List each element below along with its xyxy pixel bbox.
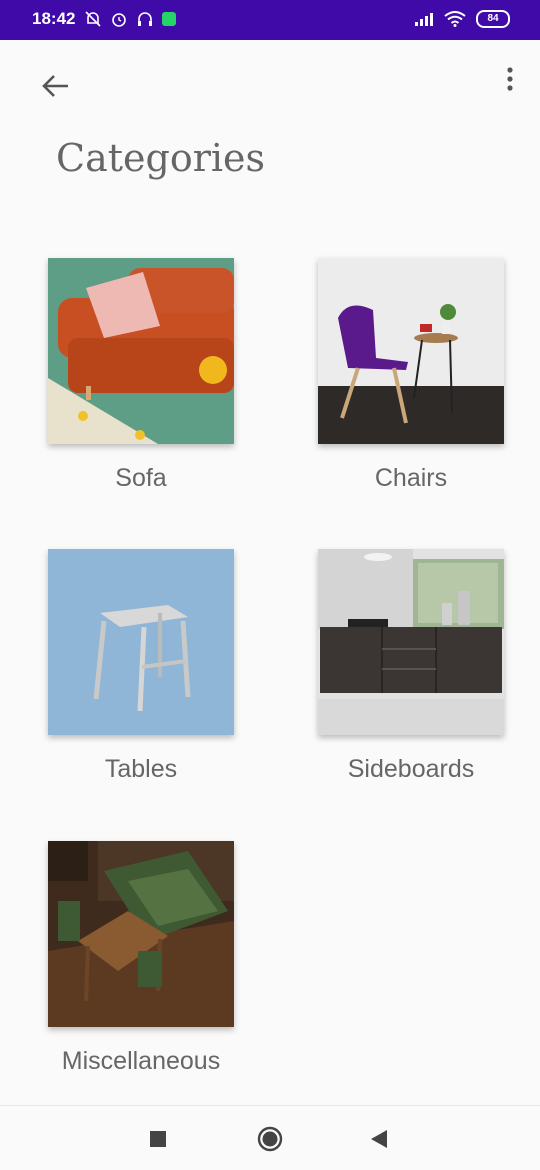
category-card-chairs[interactable]: Chairs [318,258,504,493]
category-card-sideboards[interactable]: Sideboards [318,549,504,784]
status-icons-left [84,10,176,28]
category-label: Miscellaneous [61,1047,221,1075]
recents-icon [150,1131,166,1147]
system-nav-bar [0,1105,540,1170]
bell-off-icon [85,11,101,27]
wifi-icon [444,11,466,27]
page-title: Categories [56,136,265,180]
home-icon [257,1126,283,1152]
back-icon [371,1130,387,1148]
status-icons-right: 84 [414,10,510,28]
status-bar: 18:42 84 [0,0,540,40]
status-time: 18:42 [32,9,76,28]
top-app-bar [0,40,540,130]
nav-back-button[interactable] [365,1124,395,1154]
category-label: Sofa [115,464,167,492]
category-card-sofa[interactable]: Sofa [48,258,234,493]
sideboards-image [318,549,504,735]
alarm-icon [112,13,126,27]
recents-button[interactable] [143,1124,173,1154]
home-button[interactable] [255,1124,285,1154]
tables-image [48,549,234,735]
battery-icon: 84 [476,10,510,28]
category-label: Chairs [374,464,448,492]
category-card-miscellaneous[interactable]: Miscellaneous [48,841,234,1076]
arrow-left-icon [42,75,68,97]
chairs-image [318,258,504,444]
category-card-tables[interactable]: Tables [48,549,234,784]
category-label: Tables [104,755,178,783]
sofa-image [48,258,234,444]
overflow-menu-button[interactable] [498,64,522,96]
category-label: Sideboards [347,755,475,783]
whatsapp-icon [162,12,176,26]
back-button[interactable] [36,68,76,104]
headphones-icon [138,12,152,26]
signal-icon [415,13,433,26]
miscellaneous-image [48,841,234,1027]
more-vert-icon [507,67,513,91]
